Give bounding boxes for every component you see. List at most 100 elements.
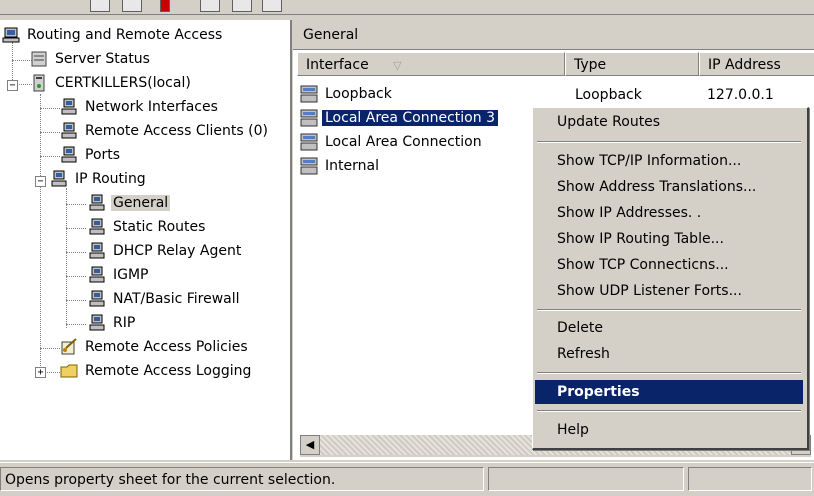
console-tree: − − + Routing and Remote Access Server S…: [0, 20, 292, 460]
status-panel: [688, 467, 812, 491]
tree-item-remote-access-logging[interactable]: Remote Access Logging: [60, 360, 253, 382]
network-icon: [88, 290, 108, 308]
status-text: Opens property sheet for the current sel…: [0, 467, 484, 491]
tree-line: [66, 300, 86, 301]
toolbar-button[interactable]: [232, 0, 252, 12]
menu-separator: [537, 410, 801, 412]
tree-label: Server Status: [55, 51, 150, 67]
table-row[interactable]: Local Area Connection: [299, 130, 485, 154]
menu-item-delete[interactable]: Delete: [535, 316, 803, 340]
tree-item-dhcp-relay-agent[interactable]: DHCP Relay Agent: [88, 240, 243, 262]
network-icon: [50, 170, 70, 188]
tree-item-general[interactable]: General: [88, 192, 171, 214]
network-adapter-icon: [299, 157, 319, 175]
tree-line: [66, 188, 67, 328]
interface-type: Loopback: [575, 87, 642, 103]
tree-item-nat-basic-firewall[interactable]: NAT/Basic Firewall: [88, 288, 242, 310]
sort-icon: ▽: [393, 59, 402, 72]
network-adapter-icon: [299, 85, 319, 103]
network-icon: [88, 218, 108, 236]
toolbar-button[interactable]: [160, 0, 170, 12]
tree-line: [40, 108, 60, 109]
tree-line: [12, 60, 32, 61]
network-icon: [88, 242, 108, 260]
policy-icon: [60, 338, 80, 356]
tree-line: [40, 348, 60, 349]
menu-item-show-ip-addresses[interactable]: Show IP Addresses. .: [535, 201, 803, 225]
tree-label: DHCP Relay Agent: [113, 243, 242, 259]
collapse-toggle-server[interactable]: −: [7, 80, 18, 91]
menu-item-properties[interactable]: Properties: [535, 380, 803, 404]
tree-item-remote-access-policies[interactable]: Remote Access Policies: [60, 336, 250, 358]
menu-item-show-tcp-connections[interactable]: Show TCP Connecticns...: [535, 253, 803, 277]
tree-label: Ports: [85, 147, 121, 163]
menu-item-show-ip-routing-table[interactable]: Show IP Routing Table...: [535, 227, 803, 251]
tree-item-ports[interactable]: Ports: [60, 144, 122, 166]
toolbar-button[interactable]: [262, 0, 282, 12]
menu-separator: [537, 309, 801, 311]
network-icon: [60, 98, 80, 116]
tree-line: [66, 228, 86, 229]
toolbar-button[interactable]: [200, 0, 220, 12]
tree-item-igmp[interactable]: IGMP: [88, 264, 151, 286]
tree-label: Remote Access Policies: [85, 339, 248, 355]
menu-item-show-tcpip-info[interactable]: Show TCP/IP Information...: [535, 149, 803, 173]
expand-toggle-logging[interactable]: +: [35, 367, 46, 378]
toolbar-button[interactable]: [122, 0, 142, 12]
tree-label: IP Routing: [75, 171, 146, 187]
tree-item-network-interfaces[interactable]: Network Interfaces: [60, 96, 220, 118]
table-row[interactable]: Local Area Connection 3: [299, 106, 498, 130]
server-status-icon: [30, 50, 50, 68]
tree-line: [66, 252, 86, 253]
tree-label: NAT/Basic Firewall: [113, 291, 240, 307]
tree-item-remote-access-clients[interactable]: Remote Access Clients (0): [60, 120, 270, 142]
server-icon: [30, 74, 50, 92]
folder-icon: [60, 362, 80, 380]
toolbar: [0, 0, 814, 15]
column-header-interface[interactable]: Interface ▽: [297, 52, 565, 76]
tree-label: CERTKILLERS(local): [55, 75, 191, 91]
tree-line: [66, 204, 86, 205]
tree-line: [40, 156, 60, 157]
scroll-left-icon[interactable]: ◀: [300, 435, 320, 455]
tree-label: Remote Access Logging: [85, 363, 252, 379]
tree-item-server[interactable]: CERTKILLERS(local): [30, 72, 193, 94]
table-row[interactable]: Loopback: [299, 82, 395, 106]
menu-separator: [537, 141, 801, 143]
menu-item-update-routes[interactable]: Update Routes: [535, 110, 803, 134]
column-header-label: Interface: [306, 57, 369, 73]
tree-label: Remote Access Clients (0): [85, 123, 268, 139]
network-icon: [60, 146, 80, 164]
table-row[interactable]: Internal: [299, 154, 382, 178]
tree-label: Network Interfaces: [85, 99, 218, 115]
tree-line: [66, 276, 86, 277]
tree-item-static-routes[interactable]: Static Routes: [88, 216, 207, 238]
menu-item-help[interactable]: Help: [535, 418, 803, 442]
network-adapter-icon: [299, 133, 319, 151]
network-icon: [60, 122, 80, 140]
server-icon: [2, 26, 22, 44]
column-header-label: IP Address: [708, 57, 781, 73]
menu-item-show-address-translations[interactable]: Show Address Translations...: [535, 175, 803, 199]
tree-item-routing-remote-access[interactable]: Routing and Remote Access: [2, 24, 224, 46]
tree-label: Routing and Remote Access: [27, 27, 223, 43]
tree-label: General: [111, 195, 171, 211]
interface-name: Local Area Connection: [325, 134, 482, 150]
tree-item-server-status[interactable]: Server Status: [30, 48, 152, 70]
tree-line: [12, 42, 13, 82]
tree-line: [40, 94, 41, 374]
column-header-ip-address[interactable]: IP Address: [699, 52, 814, 76]
interface-name: Internal: [325, 158, 379, 174]
tree-label: Static Routes: [113, 219, 206, 235]
toolbar-button[interactable]: [90, 0, 110, 12]
tree-item-rip[interactable]: RIP: [88, 312, 137, 334]
collapse-toggle-ip-routing[interactable]: −: [35, 176, 46, 187]
pane-title: General: [293, 20, 814, 50]
column-header-type[interactable]: Type: [565, 52, 699, 76]
tree-item-ip-routing[interactable]: IP Routing: [50, 168, 148, 190]
tree-label: RIP: [113, 315, 136, 331]
interface-name: Loopback: [325, 86, 392, 102]
menu-item-refresh[interactable]: Refresh: [535, 342, 803, 366]
menu-item-show-udp-listener-ports[interactable]: Show UDP Listener Forts...: [535, 279, 803, 303]
menu-separator: [537, 372, 801, 374]
